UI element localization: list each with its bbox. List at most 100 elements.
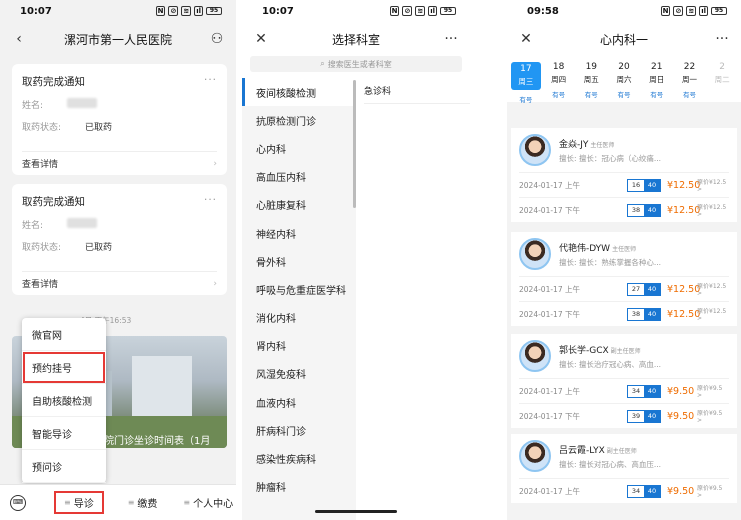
more-icon[interactable]: ··· bbox=[204, 74, 217, 89]
avatar bbox=[519, 340, 551, 372]
close-icon[interactable]: ✕ bbox=[252, 31, 270, 47]
doctor-card[interactable]: 吕云霞-LYX 副主任医师 擅长: 擅长对冠心病、高血压... 2024-01-17 … bbox=[511, 434, 737, 503]
schedule-slot[interactable]: 2024-01-17 下午 39 40 ¥9.50 原价¥9.5 > bbox=[519, 403, 729, 428]
schedule-slot[interactable]: 2024-01-17 上午 34 40 ¥9.50 原价¥9.5 > bbox=[519, 378, 729, 403]
dept-item[interactable]: 高血压内科 bbox=[242, 163, 356, 191]
date-day: 20 bbox=[618, 62, 630, 72]
notification-card: 取药完成通知 ··· 姓名: 取药状态: 已取药 查看详情 › bbox=[12, 64, 227, 175]
date-tab[interactable]: 21 周日 有号 bbox=[642, 56, 672, 102]
doctor-card[interactable]: 郭长学-GCX 副主任医师 擅长: 擅长治疗冠心病、高血... 2024-01-17 … bbox=[511, 334, 737, 428]
date-day: 18 bbox=[552, 62, 565, 72]
doctor-level: 副主任医师 bbox=[606, 447, 637, 455]
mute-icon: ⊘ bbox=[168, 6, 179, 16]
search-input[interactable]: ⌕ 搜索医生或者科室 bbox=[250, 56, 462, 72]
user-icon[interactable]: ⚇ bbox=[208, 31, 226, 47]
date-weekday: 周二 bbox=[714, 75, 730, 84]
quota-left: 16 bbox=[628, 179, 644, 191]
tab-guide[interactable]: ≡ 导诊 bbox=[54, 491, 104, 514]
menu-item-micro-site[interactable]: 微官网 bbox=[22, 318, 106, 351]
dept-item[interactable]: 神经内科 bbox=[242, 219, 356, 247]
home-indicator[interactable] bbox=[315, 510, 397, 513]
date-availability: 有号 bbox=[617, 91, 631, 99]
more-icon[interactable]: ··· bbox=[713, 31, 731, 47]
menu-item-self-test[interactable]: 自助核酸检测 bbox=[22, 384, 106, 417]
status-time: 10:07 bbox=[20, 5, 52, 17]
dept-item[interactable]: 消化内科 bbox=[242, 304, 356, 332]
date-availability: 有号 bbox=[552, 91, 566, 99]
quota-badge: 38 40 bbox=[627, 307, 661, 321]
date-day: 2 bbox=[719, 62, 726, 72]
schedule-slot[interactable]: 2024-01-17 上午 27 40 ¥12.50 原价¥12.5 > bbox=[519, 276, 729, 301]
date-tab[interactable]: 18 周四 有号 bbox=[544, 56, 574, 102]
dept-item[interactable]: 心脏康复科 bbox=[242, 191, 356, 219]
slot-price: ¥12.50 bbox=[667, 179, 701, 191]
date-tab[interactable]: 20 周六 有号 bbox=[609, 56, 639, 102]
schedule-slot[interactable]: 2024-01-17 上午 34 40 ¥9.50 原价¥9.5 > bbox=[519, 478, 729, 503]
more-icon[interactable]: ··· bbox=[204, 194, 217, 209]
menu-item-pre-consult[interactable]: 预问诊 bbox=[22, 450, 106, 483]
dept-item[interactable]: 风湿免疫科 bbox=[242, 360, 356, 388]
slot-time: 2024-01-17 下午 bbox=[519, 205, 580, 215]
wifi-icon: ≋ bbox=[181, 6, 192, 16]
scrollbar[interactable] bbox=[353, 80, 356, 208]
menu-item-appointment[interactable]: 预约挂号 bbox=[22, 351, 106, 384]
date-day: 22 bbox=[683, 62, 696, 72]
view-details-link[interactable]: 查看详情 › bbox=[22, 271, 217, 295]
signal-icon: ıl bbox=[699, 6, 708, 16]
schedule-slot[interactable]: 2024-01-17 下午 38 40 ¥12.50 原价¥12.5 > bbox=[519, 197, 729, 222]
avatar bbox=[519, 238, 551, 270]
view-details-link[interactable]: 查看详情 › bbox=[22, 151, 217, 175]
nfc-icon: N bbox=[155, 6, 166, 16]
dept-item[interactable]: 肿瘤科 bbox=[242, 473, 356, 501]
schedule-slot[interactable]: 2024-01-17 下午 38 40 ¥12.50 原价¥12.5 > bbox=[519, 301, 729, 326]
status-bar: 09:58 N ⊘ ≋ ıl 95 bbox=[507, 0, 741, 22]
date-weekday: 周五 bbox=[583, 75, 599, 84]
sub-dept-item[interactable]: 急诊科 bbox=[364, 78, 470, 104]
dept-item[interactable]: 肝病科门诊 bbox=[242, 416, 356, 444]
date-tab[interactable]: 2 周二 bbox=[707, 56, 737, 102]
date-day: 17 bbox=[520, 64, 532, 74]
dept-item[interactable]: 骨外科 bbox=[242, 247, 356, 275]
dept-item[interactable]: 感染性疾病科 bbox=[242, 444, 356, 472]
doctor-card[interactable]: 代艳伟-DYW 主任医师 擅长: 擅长：熟练掌握各种心... 2024-01-17 上… bbox=[511, 232, 737, 326]
dept-item[interactable]: 血液内科 bbox=[242, 388, 356, 416]
top-nav: ✕ 选择科室 ··· bbox=[242, 22, 470, 56]
signal-icon: ıl bbox=[194, 6, 203, 16]
keyboard-icon[interactable]: ⌨ bbox=[10, 494, 26, 511]
quota-total: 40 bbox=[644, 179, 660, 191]
quota-left: 27 bbox=[628, 283, 644, 295]
dept-item[interactable]: 抗原检测门诊 bbox=[242, 106, 356, 134]
status-bar: 10:07 N ⊘ ≋ ıl 95 bbox=[0, 0, 236, 22]
page-title: 选择科室 bbox=[331, 32, 380, 47]
date-tab[interactable]: 19 周五 有号 bbox=[576, 56, 606, 102]
dept-item[interactable]: 呼吸与危重症医学科 bbox=[242, 275, 356, 303]
quota-badge: 27 40 bbox=[627, 282, 661, 296]
department-list: 夜间核酸检测 抗原检测门诊 心内科 高血压内科 心脏康复科 神经内科 骨外科 呼… bbox=[242, 78, 356, 520]
date-weekday: 周日 bbox=[649, 75, 665, 84]
schedule-slot[interactable]: 2024-01-17 上午 16 40 ¥12.50 原价¥12.5 > bbox=[519, 172, 729, 197]
dept-item[interactable]: 夜间核酸检测 bbox=[242, 78, 356, 107]
menu-item-smart-guide[interactable]: 智能导诊 bbox=[22, 417, 106, 450]
doctor-level: 副主任医师 bbox=[610, 347, 641, 355]
more-icon[interactable]: ··· bbox=[442, 31, 460, 47]
tab-pay[interactable]: ≡ 缴费 bbox=[128, 495, 158, 510]
dept-item[interactable]: 心内科 bbox=[242, 134, 356, 162]
dept-item[interactable]: 肾内科 bbox=[242, 332, 356, 360]
back-icon[interactable]: ‹ bbox=[10, 31, 28, 47]
quota-left: 34 bbox=[628, 485, 644, 497]
date-weekday: 周三 bbox=[518, 77, 534, 86]
avatar bbox=[519, 440, 551, 472]
doctor-card[interactable]: 金焱-JY 主任医师 擅长: 擅长：冠心病（心绞痛... 2024-01-17 上午 1… bbox=[511, 128, 737, 222]
wifi-icon: ≋ bbox=[415, 6, 426, 16]
date-tab[interactable]: 17 周三 有号 bbox=[511, 56, 541, 104]
slot-original-price: 原价¥12.5 > bbox=[697, 204, 727, 218]
tab-personal[interactable]: ≡ 个人中心 bbox=[183, 495, 233, 510]
slot-original-price: 原价¥9.5 > bbox=[697, 385, 723, 399]
slot-price: ¥9.50 bbox=[667, 485, 695, 497]
quota-badge: 16 40 bbox=[627, 178, 661, 192]
date-tab[interactable]: 22 周一 有号 bbox=[675, 56, 705, 102]
quota-left: 38 bbox=[628, 204, 644, 216]
page-title: 漯河市第一人民医院 bbox=[63, 32, 172, 47]
close-icon[interactable]: ✕ bbox=[517, 31, 535, 47]
slot-price: ¥9.50 bbox=[667, 410, 695, 422]
